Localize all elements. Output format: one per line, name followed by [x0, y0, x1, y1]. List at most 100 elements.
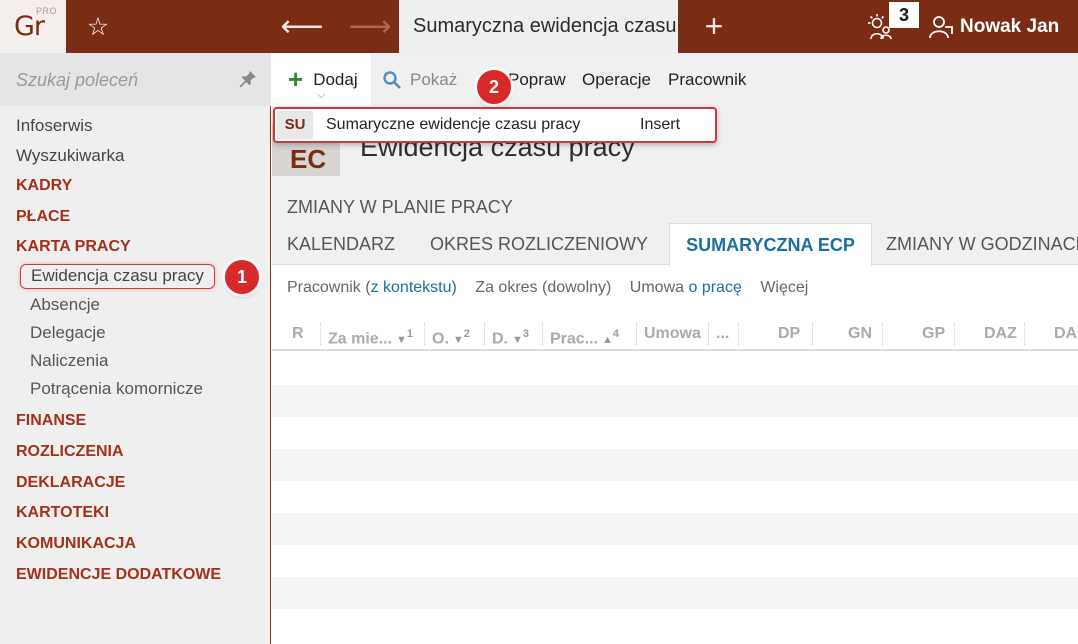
forward-arrow-icon[interactable]: ⟶ — [348, 0, 392, 53]
sidebar-item-komunikacja[interactable]: KOMUNIKACJA — [16, 535, 136, 553]
command-search-input[interactable]: Szukaj poleceń — [0, 53, 271, 106]
new-tab-plus-icon[interactable]: + — [694, 0, 734, 53]
sidebar-item-kadry[interactable]: KADRY — [16, 177, 72, 195]
column-header-pracownik[interactable]: Prac... ▲4 — [550, 317, 619, 351]
filter-wiecej[interactable]: Więcej — [760, 279, 808, 296]
step-marker-2: 2 — [477, 70, 511, 104]
toolbar: + Dodaj ⌵ Pokaż Popraw Operacje Pracowni… — [272, 53, 1078, 106]
filter-umowa-prefix: Umowa — [629, 279, 689, 296]
favorites-star-icon[interactable]: ☆ — [80, 0, 116, 53]
column-header-daz[interactable]: DAZ — [984, 317, 1017, 351]
column-header-more[interactable]: ... — [716, 317, 729, 351]
employee-menu[interactable]: Pracownik — [668, 53, 746, 106]
sort-order: 4 — [612, 328, 620, 340]
table-row[interactable] — [272, 513, 1078, 545]
pin-icon[interactable] — [238, 69, 258, 89]
sidebar-item-infoserwis[interactable]: Infoserwis — [16, 116, 93, 136]
table-row[interactable] — [272, 353, 1078, 385]
back-arrow-icon[interactable]: ⟵ — [280, 0, 324, 53]
plus-icon: + — [288, 64, 304, 94]
sort-order: 1 — [406, 328, 414, 340]
dropdown-item-sumaryczne-ewidencje[interactable]: SU Sumaryczne ewidencje czasu pracy Inse… — [275, 109, 715, 141]
add-dropdown-menu: SU Sumaryczne ewidencje czasu pracy Inse… — [273, 107, 717, 143]
sort-asc-icon: ▲ — [602, 334, 613, 347]
filter-umowa-link[interactable]: o pracę — [688, 279, 741, 296]
sort-order: 3 — [522, 328, 530, 340]
column-header-za-miesiac[interactable]: Za mie... ▼1 — [328, 317, 413, 351]
sidebar-item-absencje[interactable]: Absencje — [30, 295, 100, 315]
step-marker-1: 1 — [225, 260, 259, 294]
sidebar-item-place[interactable]: PŁACE — [16, 208, 70, 226]
column-header-r[interactable]: R — [292, 317, 304, 351]
sort-desc-icon: ▼ — [452, 334, 464, 347]
tab-zmiany-w-godzinach[interactable]: ZMIANY W GODZINACH — [886, 223, 1078, 265]
operations-menu[interactable]: Operacje — [582, 53, 651, 106]
filter-pracownik-suffix: ) — [451, 279, 457, 296]
dropdown-item-label: Sumaryczne ewidencje czasu pracy — [326, 116, 581, 133]
tab-kalendarz[interactable]: KALENDARZ — [287, 223, 395, 265]
filter-umowa[interactable]: Umowa o pracę — [630, 279, 742, 296]
sidebar-item-naliczenia[interactable]: Naliczenia — [30, 351, 108, 371]
table-row[interactable] — [272, 449, 1078, 481]
search-icon — [383, 70, 401, 89]
table-row[interactable] — [272, 609, 1078, 641]
filter-pracownik-link[interactable]: z kontekstu — [371, 279, 452, 296]
column-header-gp[interactable]: GP — [922, 317, 945, 351]
sidebar-item-karta-pracy[interactable]: KARTA PRACY — [16, 238, 131, 256]
table-row[interactable] — [272, 545, 1078, 577]
grid-header: R Za mie... ▼1 O. ▼2 D. ▼3 Prac... ▲4 Umowa … — [272, 317, 1078, 351]
filter-bar: Pracownik (z kontekstu) Za okres (dowoln… — [287, 279, 822, 297]
search-placeholder: Szukaj poleceń — [16, 70, 139, 90]
sidebar-item-rozliczenia[interactable]: ROZLICZENIA — [16, 443, 124, 461]
column-header-d[interactable]: D. ▼3 — [492, 317, 529, 351]
dropdown-item-code: SU — [277, 111, 313, 139]
user-menu[interactable]: Nowak Jan — [928, 0, 1059, 53]
add-button[interactable]: + Dodaj ⌵ — [272, 53, 371, 106]
user-icon — [929, 15, 953, 38]
column-label: Prac... — [550, 330, 599, 348]
sort-desc-icon: ▼ — [396, 334, 407, 347]
show-button-label: Pokaż — [410, 69, 458, 89]
column-header-da[interactable]: DA — [1054, 317, 1077, 351]
column-header-o[interactable]: O. ▼2 — [432, 317, 470, 351]
show-button[interactable]: Pokaż — [382, 53, 457, 106]
dropdown-item-shortcut: Insert — [640, 116, 681, 133]
column-header-gn[interactable]: GN — [848, 317, 872, 351]
chevron-down-icon: ⌵ — [317, 89, 326, 101]
sidebar: Szukaj poleceń Infoserwis Wyszukiwarka K… — [0, 53, 271, 644]
column-label: O. — [432, 330, 449, 348]
user-name: Nowak Jan — [960, 15, 1060, 37]
tab-active-window[interactable]: Sumaryczna ewidencja czasu pracy — [399, 0, 678, 53]
sidebar-item-deklaracje[interactable]: DEKLARACJE — [16, 474, 125, 492]
sidebar-item-finanse[interactable]: FINANSE — [16, 412, 86, 430]
sidebar-item-wyszukiwarka[interactable]: Wyszukiwarka — [16, 146, 124, 166]
column-header-umowa[interactable]: Umowa — [644, 317, 701, 351]
edit-button[interactable]: Popraw — [508, 53, 566, 106]
notifications-count-badge[interactable]: 3 — [889, 2, 919, 28]
column-label: Za mie... — [328, 330, 393, 348]
table-row[interactable] — [272, 577, 1078, 609]
sidebar-item-kartoteki[interactable]: KARTOTEKI — [16, 504, 109, 522]
column-header-dp[interactable]: DP — [778, 317, 800, 351]
column-label: D. — [492, 330, 508, 348]
app-logo[interactable]: Gr PRO — [0, 0, 66, 53]
add-button-label: Dodaj — [313, 69, 358, 89]
section-title: ZMIANY W PLANIE PRACY — [287, 197, 513, 217]
sidebar-item-ewidencja-czasu-pracy[interactable]: Ewidencja czasu pracy — [20, 264, 215, 289]
tab-okres-rozliczeniowy[interactable]: OKRES ROZLICZENIOWY — [430, 223, 648, 265]
filter-pracownik[interactable]: Pracownik (z kontekstu) — [287, 279, 457, 296]
top-bar: Gr PRO ☆ ⟵ ⟶ Sumaryczna ewidencja czasu … — [0, 0, 1078, 53]
table-row[interactable] — [272, 481, 1078, 513]
logo-badge: PRO — [36, 6, 58, 16]
tab-bar: KALENDARZ OKRES ROZLICZENIOWY SUMARYCZNA… — [272, 223, 1078, 266]
table-row[interactable] — [272, 417, 1078, 449]
sidebar-item-delegacje[interactable]: Delegacje — [30, 323, 106, 343]
sort-order: 2 — [463, 328, 470, 340]
filter-okres[interactable]: Za okres (dowolny) — [475, 279, 611, 296]
tab-sumaryczna-ecp[interactable]: SUMARYCZNA ECP — [669, 223, 872, 266]
table-row[interactable] — [272, 385, 1078, 417]
filter-pracownik-prefix: Pracownik ( — [287, 279, 371, 296]
sidebar-item-ewidencje-dodatkowe[interactable]: EWIDENCJE DODATKOWE — [16, 566, 221, 584]
sort-desc-icon: ▼ — [512, 334, 523, 347]
sidebar-item-potracenia-komornicze[interactable]: Potrącenia komornicze — [30, 379, 203, 399]
